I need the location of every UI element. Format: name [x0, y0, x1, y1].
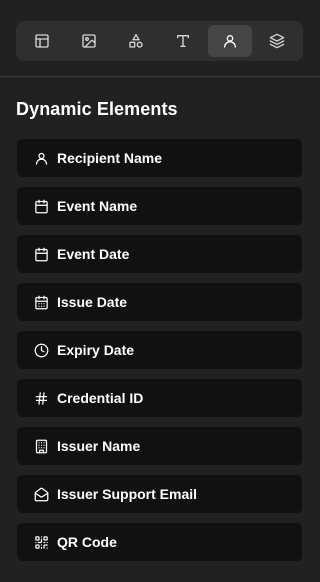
element-issuer-support-email[interactable]: Issuer Support Email	[17, 475, 302, 513]
layers-icon	[269, 33, 285, 49]
element-event-name[interactable]: Event Name	[17, 187, 302, 225]
element-credential-id[interactable]: Credential ID	[17, 379, 302, 417]
text-icon	[177, 35, 189, 47]
tool-shapes[interactable]	[114, 25, 158, 57]
tool-image[interactable]	[67, 25, 111, 57]
element-label: Issue Date	[57, 294, 128, 310]
calendar-icon	[33, 246, 49, 262]
user-icon	[33, 150, 49, 166]
qr-code-icon	[33, 534, 49, 550]
element-event-date[interactable]: Event Date	[17, 235, 302, 273]
tool-layers[interactable]	[255, 25, 299, 57]
clock-icon	[33, 342, 49, 358]
element-recipient-name[interactable]: Recipient Name	[17, 139, 302, 177]
element-label: Issuer Support Email	[57, 486, 198, 502]
toolbar	[16, 21, 303, 61]
layout-icon	[35, 34, 49, 48]
element-label: Issuer Name	[57, 438, 141, 454]
element-label: Credential ID	[57, 390, 144, 406]
shapes-icon	[129, 34, 143, 48]
tool-text[interactable]	[161, 25, 205, 57]
element-label: Recipient Name	[57, 150, 163, 166]
building-icon	[33, 438, 49, 454]
image-icon	[82, 34, 96, 48]
element-label: Event Date	[57, 246, 130, 262]
mail-open-icon	[33, 486, 49, 502]
tool-user[interactable]	[208, 25, 252, 57]
dynamic-elements-list: Recipient Name Event Name Event Date Iss…	[17, 139, 302, 571]
tool-layout[interactable]	[20, 25, 64, 57]
dynamic-elements-panel: Dynamic Elements Recipient Name Event Na…	[0, 0, 320, 582]
element-label: Event Name	[57, 198, 138, 214]
calendar-days-icon	[33, 294, 49, 310]
element-expiry-date[interactable]: Expiry Date	[17, 331, 302, 369]
hash-icon	[33, 390, 49, 406]
toolbar-container	[0, 0, 320, 77]
element-issuer-name[interactable]: Issuer Name	[17, 427, 302, 465]
element-qr-code[interactable]: QR Code	[17, 523, 302, 561]
user-icon	[224, 35, 236, 48]
element-label: QR Code	[57, 534, 117, 550]
element-label: Expiry Date	[57, 342, 135, 358]
calendar-icon	[33, 198, 49, 214]
section-title: Dynamic Elements	[16, 99, 178, 119]
element-issue-date[interactable]: Issue Date	[17, 283, 302, 321]
